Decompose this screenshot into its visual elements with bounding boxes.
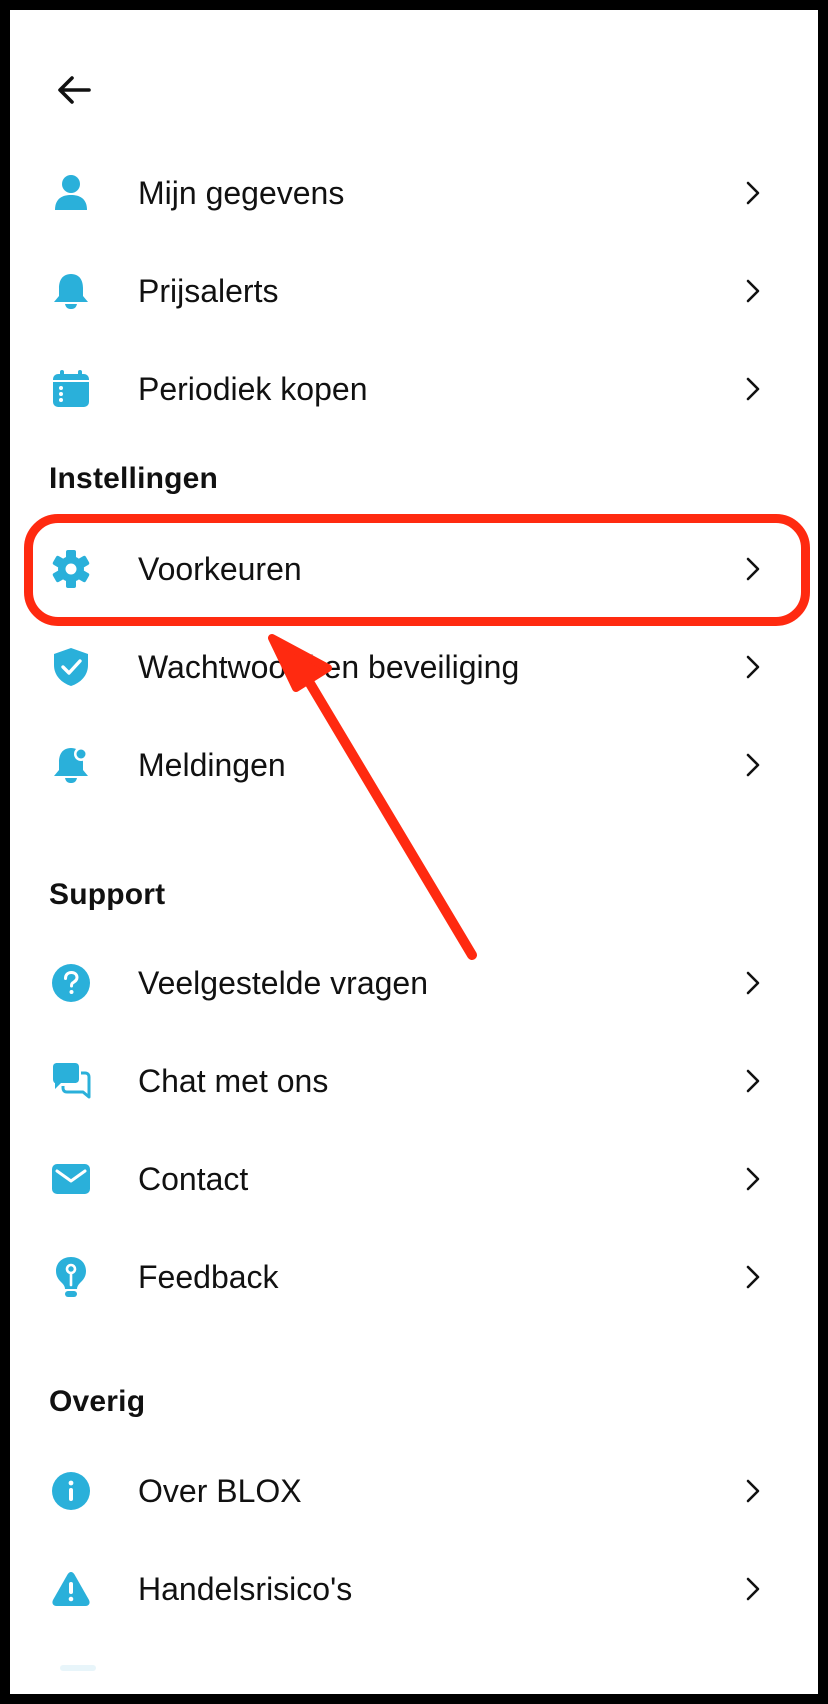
menu-item-handelsrisicos[interactable]: Handelsrisico's xyxy=(10,1540,818,1638)
chevron-right-icon xyxy=(743,1574,763,1604)
menu-item-periodiek-kopen[interactable]: Periodiek kopen xyxy=(10,340,818,438)
person-icon xyxy=(50,172,92,214)
chevron-right-icon xyxy=(743,652,763,682)
chevron-right-icon xyxy=(743,968,763,998)
menu-item-mijn-gegevens[interactable]: Mijn gegevens xyxy=(10,144,818,242)
menu-item-label: Meldingen xyxy=(138,746,286,783)
gear-icon xyxy=(50,548,92,590)
calendar-icon xyxy=(50,368,92,410)
menu-item-prijsalerts[interactable]: Prijsalerts xyxy=(10,242,818,340)
chat-icon xyxy=(50,1060,92,1102)
menu-item-label: Wachtwoord en beveiliging xyxy=(138,648,520,685)
menu-item-feedback[interactable]: Feedback xyxy=(10,1228,818,1326)
chevron-right-icon xyxy=(743,276,763,306)
menu-item-over-blox[interactable]: Over BLOX xyxy=(10,1442,818,1540)
chevron-right-icon xyxy=(743,750,763,780)
notification-bell-icon xyxy=(50,744,92,786)
chevron-right-icon xyxy=(743,554,763,584)
menu-item-label: Mijn gegevens xyxy=(138,174,345,211)
bell-icon xyxy=(50,270,92,312)
partial-list-item xyxy=(60,1665,96,1671)
menu-item-label: Veelgestelde vragen xyxy=(138,964,428,1001)
menu-item-label: Voorkeuren xyxy=(138,550,302,587)
chevron-right-icon xyxy=(743,1164,763,1194)
menu-item-label: Over BLOX xyxy=(138,1472,302,1509)
menu-item-label: Prijsalerts xyxy=(138,272,279,309)
menu-item-meldingen[interactable]: Meldingen xyxy=(10,716,818,814)
warning-icon xyxy=(50,1568,92,1610)
menu-item-label: Feedback xyxy=(138,1258,279,1295)
menu-item-voorkeuren[interactable]: Voorkeuren xyxy=(10,520,818,618)
question-icon xyxy=(50,962,92,1004)
section-title-instellingen: Instellingen xyxy=(49,462,219,495)
menu-item-label: Handelsrisico's xyxy=(138,1570,353,1607)
menu-item-wachtwoord-en-beveiliging[interactable]: Wachtwoord en beveiliging xyxy=(10,618,818,716)
menu-item-label: Periodiek kopen xyxy=(138,370,368,407)
chevron-right-icon xyxy=(743,1066,763,1096)
menu-item-label: Contact xyxy=(138,1160,249,1197)
menu-item-chat-met-ons[interactable]: Chat met ons xyxy=(10,1032,818,1130)
shield-check-icon xyxy=(50,646,92,688)
section-title-overig: Overig xyxy=(49,1385,146,1418)
chevron-right-icon xyxy=(743,178,763,208)
chevron-right-icon xyxy=(743,374,763,404)
menu-item-contact[interactable]: Contact xyxy=(10,1130,818,1228)
lightbulb-icon xyxy=(50,1256,92,1298)
section-title-support: Support xyxy=(49,878,166,911)
menu-item-veelgestelde-vragen[interactable]: Veelgestelde vragen xyxy=(10,934,818,1032)
chevron-right-icon xyxy=(743,1262,763,1292)
arrow-left-icon xyxy=(58,76,91,104)
menu-item-label: Chat met ons xyxy=(138,1062,329,1099)
mail-icon xyxy=(50,1158,92,1200)
back-button[interactable] xyxy=(50,66,98,114)
info-icon xyxy=(50,1470,92,1512)
chevron-right-icon xyxy=(743,1476,763,1506)
settings-screen: Mijn gegevens Prijsalerts Periodiek kope… xyxy=(10,10,818,1694)
